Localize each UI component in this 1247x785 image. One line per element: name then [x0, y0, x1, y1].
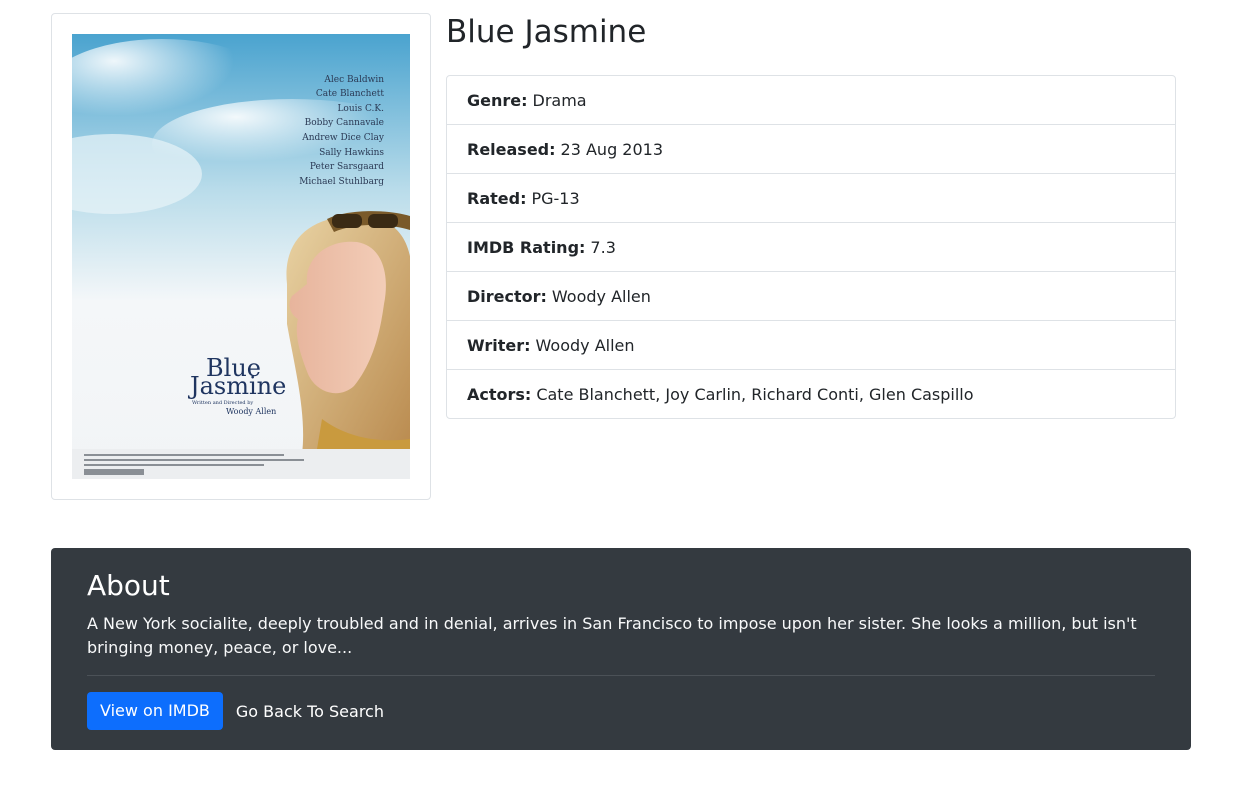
detail-label: IMDB Rating:	[467, 237, 586, 257]
view-on-imdb-button[interactable]: View on IMDB	[87, 692, 223, 730]
poster-card: Alec Baldwin Cate Blanchett Louis C.K. B…	[51, 13, 431, 500]
detail-label: Rated:	[467, 188, 527, 208]
poster-cast-5: Andrew Dice Clay	[301, 133, 385, 143]
detail-value: 7.3	[590, 237, 616, 257]
detail-value: Cate Blanchett, Joy Carlin, Richard Cont…	[536, 384, 974, 404]
detail-label: Actors:	[467, 384, 532, 404]
detail-rated: Rated: PG-13	[447, 174, 1175, 223]
poster-cast-7: Peter Sarsgaard	[310, 162, 384, 172]
divider	[87, 675, 1155, 676]
detail-label: Director:	[467, 286, 547, 306]
poster-cast-4: Bobby Cannavale	[305, 118, 384, 128]
detail-label: Genre:	[467, 90, 528, 110]
poster-credit-name: Woody Allen	[226, 407, 276, 416]
plot-text: A New York socialite, deeply troubled an…	[87, 614, 1137, 657]
movie-details-list: Genre: Drama Released: 23 Aug 2013 Rated: P…	[446, 75, 1176, 419]
detail-released: Released: 23 Aug 2013	[447, 125, 1175, 174]
poster-cast-3: Louis C.K.	[337, 104, 384, 114]
detail-value: Woody Allen	[535, 335, 635, 355]
poster-art: Alec Baldwin Cate Blanchett Louis C.K. B…	[72, 34, 410, 479]
detail-genre: Genre: Drama	[447, 76, 1175, 125]
detail-director: Director: Woody Allen	[447, 272, 1175, 321]
poster-cast-1: Alec Baldwin	[323, 75, 384, 85]
detail-label: Writer:	[467, 335, 531, 355]
about-heading: About	[87, 569, 170, 602]
go-back-to-search-link[interactable]: Go Back To Search	[236, 702, 384, 721]
about-panel: About A New York socialite, deeply troub…	[51, 548, 1191, 750]
detail-value: Woody Allen	[551, 286, 651, 306]
about-actions: View on IMDB Go Back To Search	[87, 692, 1155, 730]
detail-value: Drama	[532, 90, 587, 110]
poster-title-line2: Jasmine	[187, 372, 286, 400]
detail-value: 23 Aug 2013	[560, 139, 664, 159]
poster-cast-6: Sally Hawkins	[319, 148, 384, 158]
detail-actors: Actors: Cate Blanchett, Joy Carlin, Richa…	[447, 370, 1175, 418]
poster-cast-8: Michael Stuhlbarg	[299, 177, 384, 187]
detail-value: PG-13	[531, 188, 580, 208]
movie-title: Blue Jasmine	[446, 14, 647, 50]
poster-credit-small: Written and Directed by	[192, 400, 253, 406]
detail-imdb-rating: IMDB Rating: 7.3	[447, 223, 1175, 272]
movie-poster: Alec Baldwin Cate Blanchett Louis C.K. B…	[72, 34, 410, 479]
detail-label: Released:	[467, 139, 556, 159]
poster-cast-2: Cate Blanchett	[316, 89, 384, 99]
detail-writer: Writer: Woody Allen	[447, 321, 1175, 370]
